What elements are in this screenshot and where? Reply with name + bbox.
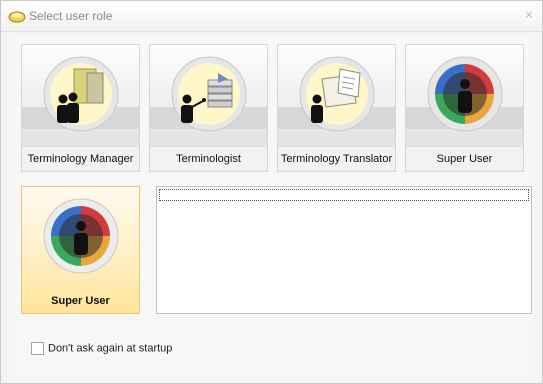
terminology-manager-icon (43, 56, 119, 132)
role-terminology-translator[interactable]: Terminology Translator (277, 44, 396, 172)
role-label: Super User (406, 146, 523, 171)
role-dialog: Select user role × Terminology Manager T… (0, 0, 543, 384)
role-description-box[interactable] (156, 186, 532, 314)
role-terminology-manager[interactable]: Terminology Manager (21, 44, 140, 172)
dont-ask-again-option[interactable]: Don't ask again at startup (31, 342, 172, 356)
super-user-icon (427, 56, 503, 132)
terminology-translator-icon (299, 56, 375, 132)
role-label: Terminologist (150, 146, 267, 171)
role-label: Terminology Manager (22, 146, 139, 171)
role-terminologist[interactable]: Terminologist (149, 44, 268, 172)
selected-role-label: Super User (51, 295, 110, 307)
dont-ask-again-checkbox[interactable] (31, 342, 44, 355)
terminologist-icon (171, 56, 247, 132)
dialog-content: Terminology Manager Terminologist Termin… (9, 34, 535, 378)
window-title: Select user role (29, 9, 113, 23)
role-label: Terminology Translator (278, 146, 395, 171)
dont-ask-again-label: Don't ask again at startup (48, 342, 173, 355)
focus-rectangle (159, 189, 529, 201)
app-icon (8, 11, 26, 23)
titlebar: Select user role × (1, 1, 542, 32)
role-super-user[interactable]: Super User (405, 44, 524, 172)
selected-role-tile: Super User (21, 186, 140, 314)
close-button[interactable]: × (522, 8, 536, 22)
super-user-icon (43, 198, 119, 274)
